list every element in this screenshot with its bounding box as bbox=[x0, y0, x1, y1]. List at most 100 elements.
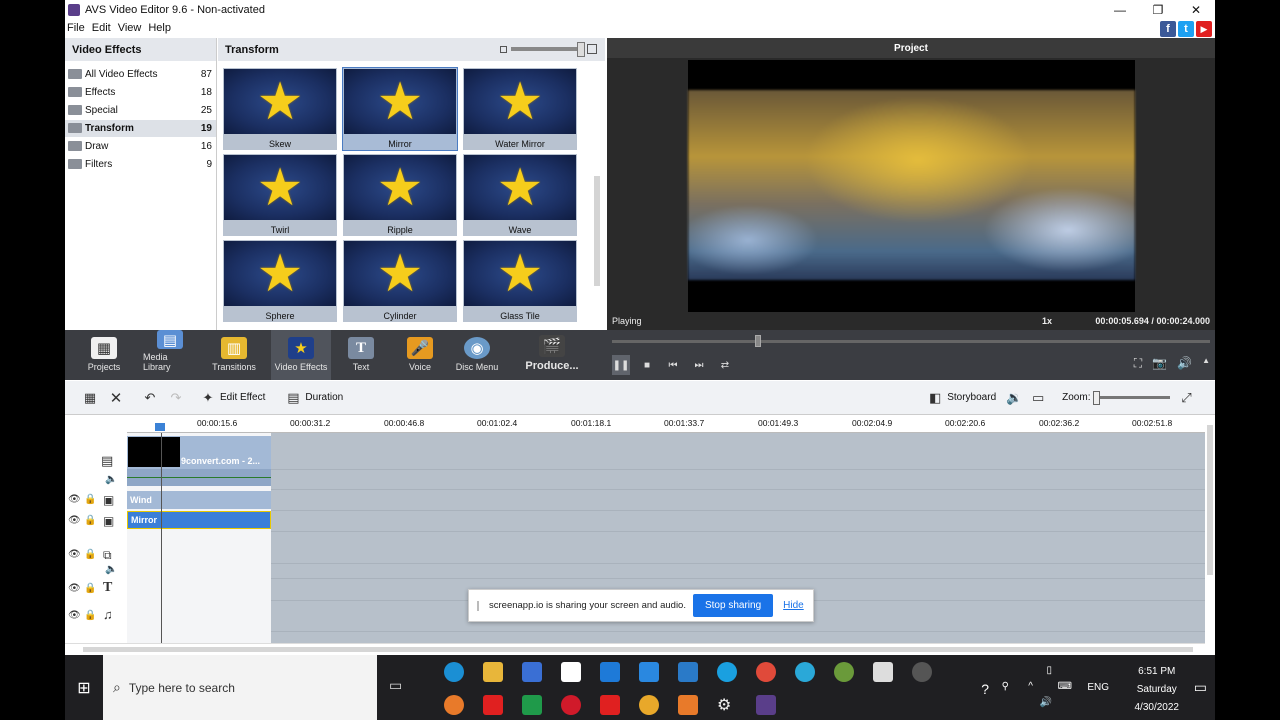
effect-clip-wind[interactable]: Wind bbox=[127, 491, 271, 509]
help-icon[interactable]: ? bbox=[981, 681, 989, 697]
delete-icon[interactable]: ✕ bbox=[108, 390, 124, 407]
effect-tile-sphere[interactable]: ★ Sphere bbox=[223, 240, 337, 322]
ie-icon[interactable] bbox=[717, 662, 737, 682]
minimize-button[interactable]: — bbox=[1101, 0, 1139, 19]
menu-file[interactable]: File bbox=[67, 22, 85, 34]
dropbox-icon[interactable] bbox=[600, 662, 620, 682]
menu-edit[interactable]: Edit bbox=[92, 22, 111, 34]
close-button[interactable]: ✕ bbox=[1177, 0, 1215, 19]
video-preview[interactable] bbox=[688, 60, 1135, 312]
fullscreen-icon[interactable]: ⛶ bbox=[1134, 356, 1142, 371]
undo-icon[interactable]: ↶ bbox=[142, 390, 158, 406]
store-icon[interactable] bbox=[522, 662, 542, 682]
lock-icon[interactable]: 🔒 bbox=[84, 583, 96, 594]
twitter-icon[interactable]: t bbox=[1178, 21, 1194, 37]
clock[interactable]: 6:51 PM Saturday 4/30/2022 bbox=[1135, 663, 1180, 717]
scrollbar-thumb[interactable] bbox=[83, 647, 1193, 652]
category-filters[interactable]: Filters 9 bbox=[65, 156, 216, 174]
youtube-icon[interactable] bbox=[483, 695, 503, 715]
effect-tile-twirl[interactable]: ★ Twirl bbox=[223, 154, 337, 236]
opera-icon[interactable] bbox=[561, 695, 581, 715]
edit-effect-button[interactable]: ✦ Edit Effect bbox=[200, 390, 266, 406]
people-icon[interactable]: ⚲ bbox=[1002, 681, 1009, 692]
chrome-icon[interactable] bbox=[756, 662, 776, 682]
select-all-icon[interactable]: ▦ bbox=[82, 390, 98, 406]
playback-speed[interactable]: 1x bbox=[1042, 316, 1052, 326]
category-special[interactable]: Special 25 bbox=[65, 102, 216, 120]
effect-tile-cylinder[interactable]: ★ Cylinder bbox=[343, 240, 457, 322]
snapshot-icon[interactable]: 📷 bbox=[1152, 356, 1167, 371]
taskbar-search[interactable]: ⌕ Type here to search bbox=[103, 655, 377, 720]
visibility-icon[interactable]: 👁 bbox=[68, 494, 81, 505]
video-clip[interactable]: 9convert.com - 2... bbox=[127, 436, 271, 469]
pause-button[interactable]: ❚❚ bbox=[612, 355, 630, 375]
hide-link[interactable]: Hide bbox=[783, 600, 804, 611]
redo-icon[interactable]: ↷ bbox=[168, 390, 184, 406]
scrollbar-thumb[interactable] bbox=[594, 176, 600, 286]
app-icon[interactable] bbox=[444, 695, 464, 715]
language-indicator[interactable]: ENG bbox=[1087, 682, 1109, 693]
avs-editor-icon[interactable] bbox=[756, 695, 776, 715]
windows-start-icon[interactable]: ⊞ bbox=[65, 655, 103, 720]
lock-icon[interactable]: 🔒 bbox=[84, 610, 96, 621]
lock-icon[interactable]: 🔒 bbox=[84, 515, 96, 526]
playhead-marker[interactable] bbox=[155, 423, 165, 431]
effect-tile-mirror[interactable]: ★ Mirror bbox=[342, 67, 458, 151]
loop-button[interactable]: ⇄ bbox=[716, 355, 734, 375]
tool-voice[interactable]: 🎤 Voice bbox=[391, 330, 449, 380]
lock-icon[interactable]: 🔒 bbox=[84, 494, 96, 505]
roblox-icon[interactable] bbox=[873, 662, 893, 682]
previous-frame-button[interactable]: ⏮ bbox=[664, 355, 682, 375]
app-icon[interactable] bbox=[795, 662, 815, 682]
edge-icon[interactable] bbox=[444, 662, 464, 682]
chevron-up-icon[interactable]: ^ bbox=[1028, 681, 1033, 692]
app-tray-icon[interactable]: ▯ bbox=[1046, 665, 1052, 676]
restore-button[interactable]: ❐ bbox=[1139, 0, 1177, 19]
timeline-ruler[interactable]: 00:00:15.6 00:00:31.2 00:00:46.8 00:01:0… bbox=[127, 415, 1205, 433]
duration-button[interactable]: ▤ Duration bbox=[285, 390, 343, 406]
seek-bar[interactable] bbox=[612, 335, 1210, 347]
app-icon[interactable] bbox=[678, 695, 698, 715]
large-size-icon[interactable] bbox=[587, 44, 597, 54]
thumbnail-size-slider[interactable] bbox=[511, 42, 585, 57]
lock-icon[interactable]: 🔒 bbox=[84, 549, 96, 560]
stop-sharing-button[interactable]: Stop sharing bbox=[692, 594, 774, 617]
app-icon[interactable] bbox=[912, 662, 932, 682]
menu-view[interactable]: View bbox=[118, 22, 142, 34]
tool-video-effects[interactable]: ★ Video Effects bbox=[271, 330, 331, 380]
menu-help[interactable]: Help bbox=[148, 22, 171, 34]
effect-tile-ripple[interactable]: ★ Ripple bbox=[343, 154, 457, 236]
app-icon[interactable] bbox=[639, 695, 659, 715]
app-icon[interactable] bbox=[834, 662, 854, 682]
stop-button[interactable]: ■ bbox=[638, 355, 656, 375]
zoom-slider[interactable] bbox=[1093, 391, 1171, 405]
keyboard-icon[interactable]: ⌨ bbox=[1058, 681, 1072, 692]
speaker-icon[interactable]: 🔊 bbox=[1040, 697, 1052, 708]
display-mode-icon[interactable]: ▭ bbox=[1030, 390, 1046, 406]
effect-tile-water-mirror[interactable]: ★ Water Mirror bbox=[463, 68, 577, 150]
timeline-vertical-scrollbar[interactable] bbox=[1205, 415, 1215, 643]
category-draw[interactable]: Draw 16 bbox=[65, 138, 216, 156]
tool-media-library[interactable]: ▤ Media Library bbox=[143, 330, 197, 380]
category-transform[interactable]: Transform 19 bbox=[65, 119, 216, 137]
category-effects[interactable]: Effects 18 bbox=[65, 84, 216, 102]
storyboard-button[interactable]: ◧ Storyboard bbox=[927, 390, 996, 406]
fit-timeline-icon[interactable]: ⤢ bbox=[1178, 390, 1194, 406]
timeline-horizontal-scrollbar[interactable] bbox=[65, 643, 1205, 654]
category-all-video-effects[interactable]: All Video Effects 87 bbox=[65, 66, 216, 84]
triangle-up-icon[interactable]: ▲ bbox=[1202, 356, 1210, 371]
youtube-icon[interactable]: ▶ bbox=[1196, 21, 1212, 37]
file-explorer-icon[interactable] bbox=[483, 662, 503, 682]
effect-tile-wave[interactable]: ★ Wave bbox=[463, 154, 577, 236]
effects-scrollbar[interactable] bbox=[593, 66, 601, 326]
seek-knob[interactable] bbox=[755, 335, 761, 347]
tool-produce[interactable]: 🎬 Produce... bbox=[505, 330, 599, 380]
youtube-icon[interactable] bbox=[600, 695, 620, 715]
playhead-line[interactable] bbox=[161, 433, 162, 643]
settings-icon[interactable]: ⚙ bbox=[717, 695, 737, 715]
visibility-icon[interactable]: 👁 bbox=[68, 515, 81, 526]
visibility-icon[interactable]: 👁 bbox=[68, 583, 81, 594]
volume-icon[interactable]: 🔊 bbox=[1177, 356, 1192, 371]
small-size-icon[interactable] bbox=[500, 45, 507, 53]
audio-mixer-icon[interactable]: 🔉 bbox=[1006, 390, 1022, 406]
